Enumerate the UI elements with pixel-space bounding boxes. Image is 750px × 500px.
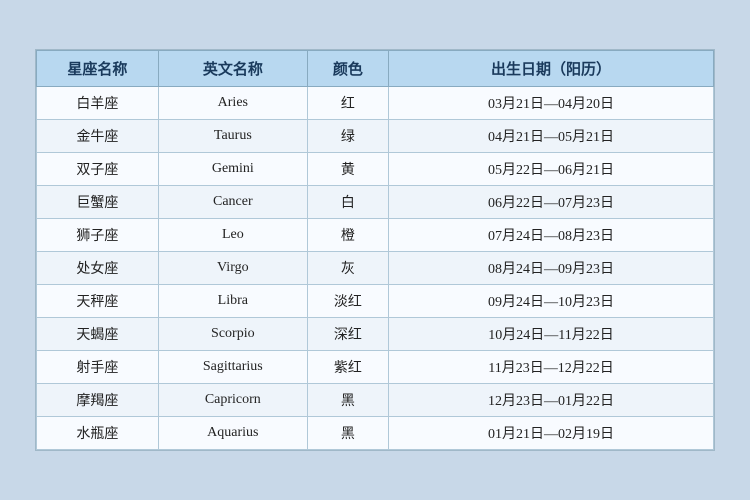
- cell-chinese: 巨蟹座: [37, 186, 159, 219]
- cell-english: Sagittarius: [158, 351, 307, 384]
- cell-date: 10月24日—11月22日: [389, 318, 714, 351]
- cell-chinese: 天蝎座: [37, 318, 159, 351]
- cell-english: Aries: [158, 87, 307, 120]
- cell-color: 红: [307, 87, 388, 120]
- cell-chinese: 狮子座: [37, 219, 159, 252]
- cell-chinese: 处女座: [37, 252, 159, 285]
- cell-date: 09月24日—10月23日: [389, 285, 714, 318]
- cell-color: 深红: [307, 318, 388, 351]
- cell-color: 紫红: [307, 351, 388, 384]
- cell-english: Cancer: [158, 186, 307, 219]
- cell-chinese: 水瓶座: [37, 417, 159, 450]
- header-color: 颜色: [307, 51, 388, 87]
- table-row: 摩羯座Capricorn黑12月23日—01月22日: [37, 384, 714, 417]
- header-english: 英文名称: [158, 51, 307, 87]
- cell-date: 01月21日—02月19日: [389, 417, 714, 450]
- cell-date: 08月24日—09月23日: [389, 252, 714, 285]
- table-row: 天蝎座Scorpio深红10月24日—11月22日: [37, 318, 714, 351]
- table-row: 巨蟹座Cancer白06月22日—07月23日: [37, 186, 714, 219]
- cell-chinese: 射手座: [37, 351, 159, 384]
- cell-english: Capricorn: [158, 384, 307, 417]
- table-header-row: 星座名称 英文名称 颜色 出生日期（阳历）: [37, 51, 714, 87]
- cell-chinese: 双子座: [37, 153, 159, 186]
- table-row: 射手座Sagittarius紫红11月23日—12月22日: [37, 351, 714, 384]
- cell-color: 淡红: [307, 285, 388, 318]
- cell-color: 黄: [307, 153, 388, 186]
- cell-english: Aquarius: [158, 417, 307, 450]
- cell-color: 白: [307, 186, 388, 219]
- table-row: 天秤座Libra淡红09月24日—10月23日: [37, 285, 714, 318]
- header-date: 出生日期（阳历）: [389, 51, 714, 87]
- table-body: 白羊座Aries红03月21日—04月20日金牛座Taurus绿04月21日—0…: [37, 87, 714, 450]
- cell-chinese: 摩羯座: [37, 384, 159, 417]
- table-row: 双子座Gemini黄05月22日—06月21日: [37, 153, 714, 186]
- cell-english: Leo: [158, 219, 307, 252]
- cell-date: 05月22日—06月21日: [389, 153, 714, 186]
- cell-english: Gemini: [158, 153, 307, 186]
- table-row: 水瓶座Aquarius黑01月21日—02月19日: [37, 417, 714, 450]
- cell-color: 绿: [307, 120, 388, 153]
- cell-date: 04月21日—05月21日: [389, 120, 714, 153]
- zodiac-table-container: 星座名称 英文名称 颜色 出生日期（阳历） 白羊座Aries红03月21日—04…: [35, 49, 715, 451]
- cell-chinese: 金牛座: [37, 120, 159, 153]
- cell-color: 灰: [307, 252, 388, 285]
- cell-color: 橙: [307, 219, 388, 252]
- cell-color: 黑: [307, 384, 388, 417]
- cell-color: 黑: [307, 417, 388, 450]
- cell-english: Libra: [158, 285, 307, 318]
- table-row: 狮子座Leo橙07月24日—08月23日: [37, 219, 714, 252]
- cell-date: 07月24日—08月23日: [389, 219, 714, 252]
- cell-date: 06月22日—07月23日: [389, 186, 714, 219]
- cell-chinese: 白羊座: [37, 87, 159, 120]
- cell-date: 12月23日—01月22日: [389, 384, 714, 417]
- cell-date: 11月23日—12月22日: [389, 351, 714, 384]
- table-row: 白羊座Aries红03月21日—04月20日: [37, 87, 714, 120]
- zodiac-table: 星座名称 英文名称 颜色 出生日期（阳历） 白羊座Aries红03月21日—04…: [36, 50, 714, 450]
- cell-english: Virgo: [158, 252, 307, 285]
- table-row: 处女座Virgo灰08月24日—09月23日: [37, 252, 714, 285]
- cell-chinese: 天秤座: [37, 285, 159, 318]
- table-row: 金牛座Taurus绿04月21日—05月21日: [37, 120, 714, 153]
- cell-english: Taurus: [158, 120, 307, 153]
- cell-date: 03月21日—04月20日: [389, 87, 714, 120]
- header-chinese: 星座名称: [37, 51, 159, 87]
- cell-english: Scorpio: [158, 318, 307, 351]
